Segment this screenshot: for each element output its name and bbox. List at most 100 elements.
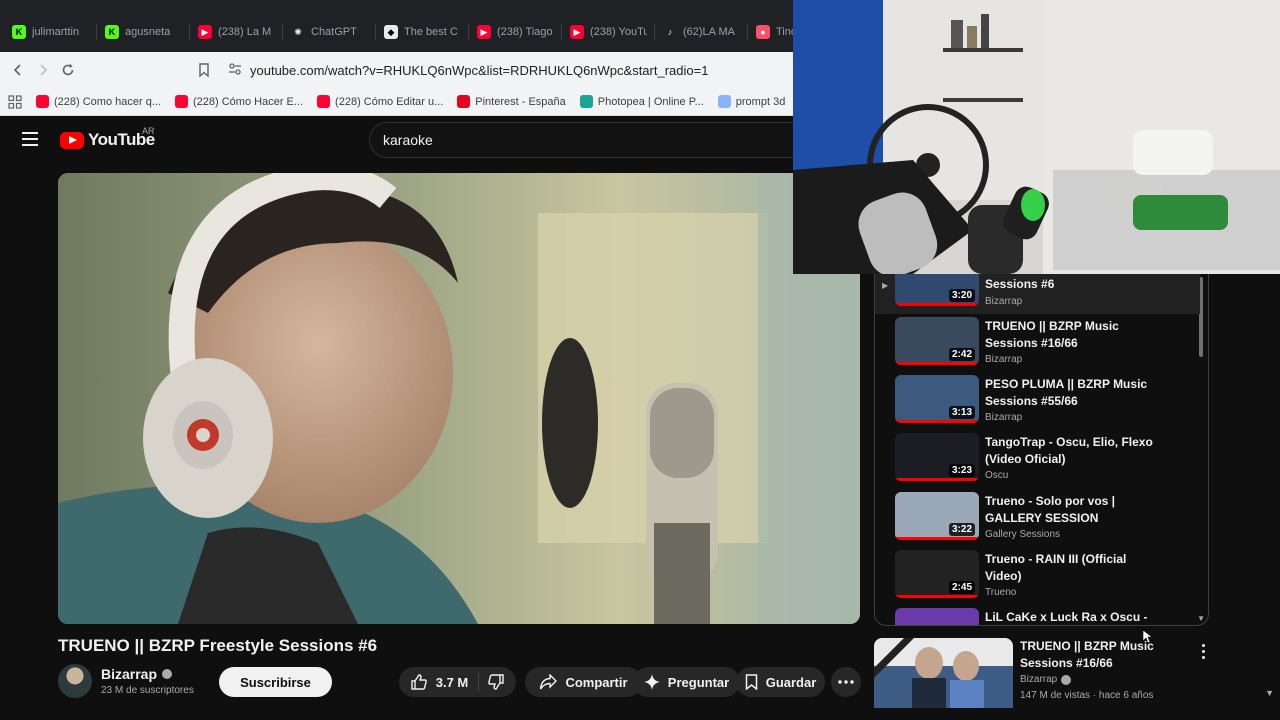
- channel-name-group[interactable]: Bizarrap: [101, 666, 173, 682]
- playlist-thumbnail[interactable]: 3:22: [895, 492, 979, 540]
- share-label: Compartir: [565, 674, 628, 690]
- bookmark-star-icon[interactable]: [191, 57, 217, 83]
- browser-tab[interactable]: ♪ (62)LA MA: [655, 12, 748, 52]
- recommended-video[interactable]: TRUENO || BZRP Music Sessions #16/66 Biz…: [874, 638, 1214, 708]
- watched-progress-bar: [895, 303, 979, 306]
- back-icon[interactable]: [5, 57, 31, 83]
- playlist-item-channel: Trueno: [985, 587, 1017, 598]
- tab-favicon-icon: ▶: [477, 25, 491, 39]
- search-input[interactable]: karaoke: [369, 122, 809, 158]
- forward-icon[interactable]: [30, 57, 56, 83]
- tab-title: (238) YouTu: [590, 26, 647, 38]
- playlist-item-title: Trueno - Solo por vos | GALLERY SESSION: [985, 494, 1116, 525]
- playlist-item-title: Sessions #6: [985, 277, 1055, 291]
- playlist-item-channel: Bizarrap: [985, 296, 1023, 307]
- watched-progress-bar: [895, 595, 979, 598]
- tab-title: agusneta: [125, 26, 171, 38]
- subscribe-button[interactable]: Suscribirse: [219, 667, 332, 697]
- browser-tab[interactable]: ◆ The best C: [376, 12, 469, 52]
- bookmark-favicon-icon: [317, 95, 331, 108]
- ask-label: Preguntar: [667, 674, 730, 690]
- sparkle-icon: [643, 674, 660, 690]
- save-label: Guardar: [765, 674, 817, 690]
- tab-title: julimarttin: [32, 26, 80, 38]
- bookmark-label: Photopea | Online P...: [597, 95, 704, 108]
- recommended-thumbnail[interactable]: [874, 638, 1013, 708]
- bookmark-favicon-icon: [717, 95, 731, 108]
- apps-grid-icon[interactable]: [8, 94, 22, 109]
- bookmark-item[interactable]: (228) Cómo Editar u...: [317, 95, 443, 108]
- like-button[interactable]: 3.7 M: [410, 673, 480, 691]
- video-duration: 3:13: [948, 406, 975, 419]
- youtube-logo[interactable]: YouTube: [60, 130, 155, 150]
- watched-progress-bar: [895, 362, 979, 365]
- video-duration: 3:20: [948, 289, 975, 302]
- save-button[interactable]: Guardar: [736, 667, 825, 697]
- playlist-thumbnail[interactable]: 3:23: [895, 433, 979, 481]
- share-icon: [540, 674, 558, 690]
- playlist-item[interactable]: 3:13 PESO PLUMA || BZRP Music Sessions #5…: [875, 375, 1200, 433]
- bookmark-item[interactable]: (228) Como hacer q...: [36, 95, 161, 108]
- bookmark-favicon-icon: [457, 95, 471, 108]
- recommended-channel-row[interactable]: Bizarrap: [1020, 674, 1072, 685]
- scroll-arrow-icon[interactable]: ▼: [1265, 688, 1274, 698]
- address-bar[interactable]: youtube.com/watch?v=RHUKLQ6nWpc&list=RDR…: [228, 56, 828, 84]
- mouse-cursor-icon: [1143, 630, 1153, 644]
- webcam-overlay: [793, 0, 1280, 274]
- playlist-item-channel: Bizarrap: [985, 412, 1023, 423]
- playlist-thumbnail[interactable]: 2:42: [895, 317, 979, 365]
- browser-tab[interactable]: ✺ ChatGPT: [283, 12, 376, 52]
- browser-tab[interactable]: ▶ (238) Tiago: [469, 12, 562, 52]
- playlist-item-channel: Gallery Sessions: [985, 529, 1061, 540]
- watched-progress-bar: [895, 420, 979, 423]
- playlist-item[interactable]: 2:42 TRUENO || BZRP Music Sessions #16/66…: [875, 317, 1200, 375]
- like-dislike-group: 3.7 M: [399, 667, 516, 697]
- channel-avatar[interactable]: [58, 664, 92, 698]
- playlist-item[interactable]: LiL CaKe x Luck Ra x Oscu -: [875, 608, 1200, 625]
- playlist-panel: ▼ ▶ 3:20 Sessions #6 Bizarrap 2:42 TRUENO || …: [874, 274, 1209, 626]
- video-owner-row: Bizarrap 23 M de suscriptores Suscribirs…: [58, 664, 861, 700]
- playlist-item[interactable]: 3:23 TangoTrap - Oscu, Elio, Flexo (Video…: [875, 433, 1200, 491]
- dislike-button[interactable]: [487, 673, 505, 691]
- browser-tab[interactable]: ▶ (238) La M: [190, 12, 283, 52]
- playlist-item[interactable]: 3:22 Trueno - Solo por vos | GALLERY SESS…: [875, 492, 1200, 550]
- bookmark-item[interactable]: Photopea | Online P...: [579, 95, 704, 108]
- playlist-thumbnail[interactable]: 3:13: [895, 375, 979, 423]
- tab-favicon-icon: ▶: [570, 25, 584, 39]
- menu-icon[interactable]: [22, 132, 38, 146]
- channel-name: Bizarrap: [101, 666, 158, 682]
- playlist-item-title: TangoTrap - Oscu, Elio, Flexo (Video Ofi…: [985, 435, 1153, 466]
- browser-tab[interactable]: ▶ (238) YouTu: [562, 12, 655, 52]
- bookmark-item[interactable]: prompt 3d: [717, 95, 786, 108]
- bookmark-item[interactable]: Pinterest - España: [457, 95, 566, 108]
- video-player[interactable]: [58, 173, 860, 624]
- reload-icon[interactable]: [55, 57, 81, 83]
- playlist-item-channel: Oscu: [985, 470, 1009, 481]
- browser-tab[interactable]: Kjulimarttin: [4, 12, 97, 52]
- tab-favicon-icon: ▶: [198, 25, 212, 39]
- bookmark-label: (228) Cómo Hacer E...: [193, 95, 304, 108]
- search-query: karaoke: [383, 132, 433, 148]
- share-button[interactable]: Compartir: [525, 667, 642, 697]
- bookmark-label: prompt 3d: [735, 95, 786, 108]
- playlist-thumbnail[interactable]: 2:45: [895, 550, 979, 598]
- bookmark-favicon-icon: [175, 95, 188, 108]
- thumbs-down-icon: [488, 674, 504, 690]
- playlist-item-title: LiL CaKe x Luck Ra x Oscu -: [985, 610, 1148, 624]
- ask-button[interactable]: Preguntar: [633, 667, 740, 697]
- bookmark-favicon-icon: [36, 95, 49, 108]
- playlist-item[interactable]: 2:45 Trueno - RAIN III (Official Video) Tr…: [875, 550, 1200, 608]
- more-vertical-icon[interactable]: [1194, 642, 1212, 660]
- more-actions-button[interactable]: [831, 667, 861, 697]
- video-duration: 2:45: [948, 581, 975, 594]
- bookmark-item[interactable]: (228) Cómo Hacer E...: [175, 95, 303, 108]
- playlist-thumbnail[interactable]: [895, 608, 979, 625]
- playlist-thumbnail[interactable]: 3:20: [895, 274, 979, 306]
- site-info-icon[interactable]: [228, 62, 242, 79]
- subscriber-count: 23 M de suscriptores: [101, 685, 194, 696]
- tab-favicon-icon: ●: [756, 25, 770, 39]
- browser-tab[interactable]: Kagusneta: [97, 12, 190, 52]
- playlist-item[interactable]: ▶ 3:20 Sessions #6 Bizarrap: [875, 274, 1200, 314]
- webcam-frame: [793, 0, 1280, 274]
- bookmark-favicon-icon: [579, 95, 593, 108]
